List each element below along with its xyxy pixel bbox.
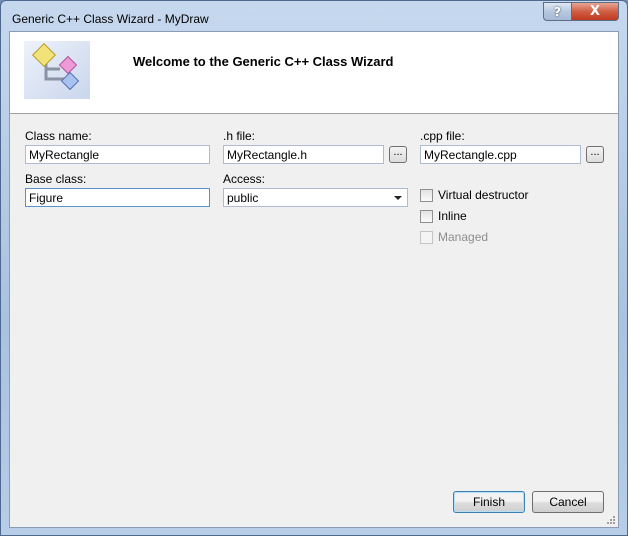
h-file-browse-button[interactable]: ... xyxy=(389,146,407,163)
help-icon: ? xyxy=(554,4,561,19)
wizard-header: Welcome to the Generic C++ Class Wizard xyxy=(10,32,618,114)
virtual-destructor-option[interactable]: Virtual destructor xyxy=(420,188,529,202)
inline-checkbox[interactable] xyxy=(420,209,433,223)
managed-option: Managed xyxy=(420,230,488,244)
help-button[interactable]: ? xyxy=(543,2,572,21)
dropdown-arrow-icon xyxy=(394,196,402,200)
resize-grip-icon[interactable] xyxy=(606,515,616,525)
wizard-heading: Welcome to the Generic C++ Class Wizard xyxy=(133,54,394,69)
access-label: Access: xyxy=(223,172,266,186)
window-title: Generic C++ Class Wizard - MyDraw xyxy=(12,12,209,26)
virtual-destructor-checkbox[interactable] xyxy=(420,188,433,202)
managed-checkbox xyxy=(420,230,433,244)
virtual-destructor-label: Virtual destructor xyxy=(438,188,529,202)
title-bar[interactable]: Generic C++ Class Wizard - MyDraw ? X xyxy=(1,1,627,31)
access-selected-value: public xyxy=(227,191,259,205)
class-wizard-diagram-icon xyxy=(24,41,90,99)
dialog-client-area: Welcome to the Generic C++ Class Wizard … xyxy=(9,31,619,528)
cpp-file-browse-button[interactable]: ... xyxy=(586,146,604,163)
close-button[interactable]: X xyxy=(572,2,619,21)
class-name-input[interactable]: MyRectangle xyxy=(25,145,210,164)
cpp-file-input[interactable]: MyRectangle.cpp xyxy=(420,145,581,164)
managed-label: Managed xyxy=(438,230,489,244)
h-file-label: .h file: xyxy=(223,129,256,143)
class-name-label: Class name: xyxy=(25,129,92,143)
cpp-file-label: .cpp file: xyxy=(420,129,465,143)
caption-buttons: ? X xyxy=(543,2,619,21)
inline-option[interactable]: Inline xyxy=(420,209,467,223)
base-class-label: Base class: xyxy=(25,172,87,186)
base-class-input[interactable]: Figure xyxy=(25,188,210,207)
close-icon: X xyxy=(589,4,601,19)
finish-button[interactable]: Finish xyxy=(453,491,525,513)
h-file-input[interactable]: MyRectangle.h xyxy=(223,145,384,164)
cancel-button[interactable]: Cancel xyxy=(532,491,604,513)
inline-label: Inline xyxy=(438,209,467,223)
access-dropdown[interactable]: public xyxy=(223,188,408,207)
class-wizard-window: Generic C++ Class Wizard - MyDraw ? X We… xyxy=(0,0,628,536)
